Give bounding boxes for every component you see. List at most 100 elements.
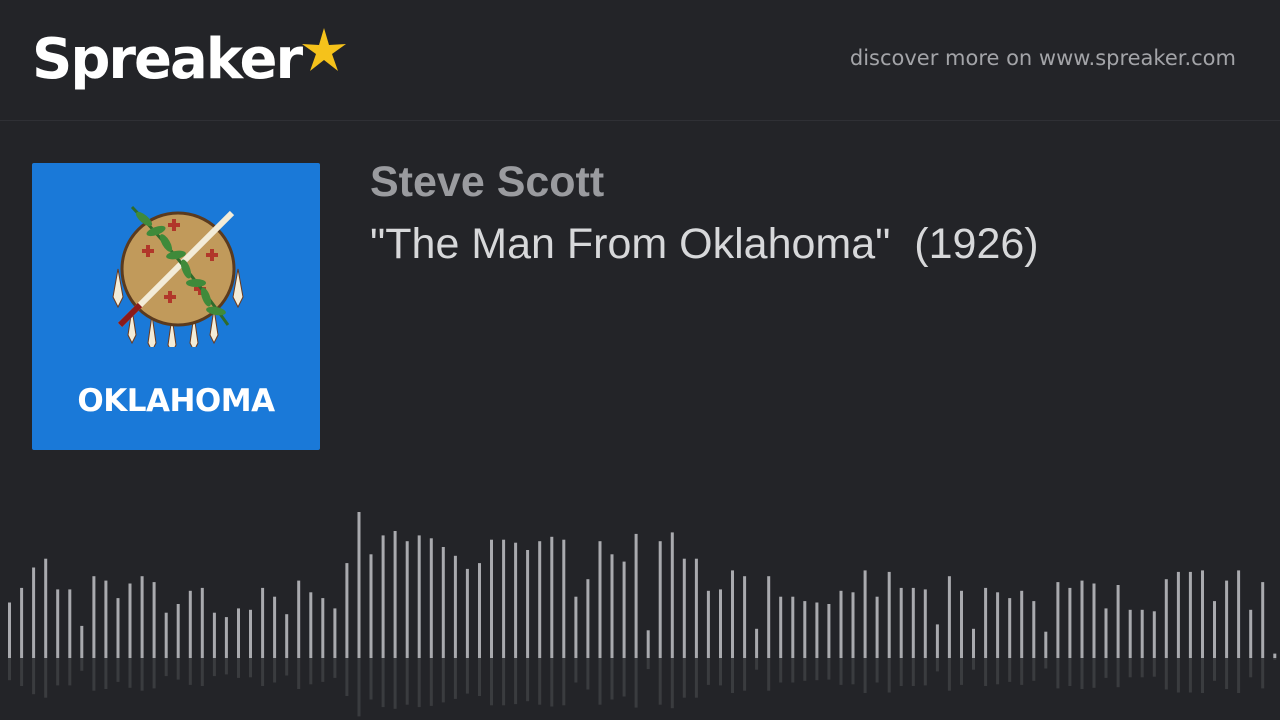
audio-waveform[interactable] [0, 500, 1280, 720]
waveform-bar-reflection [960, 658, 963, 685]
waveform-bar [1213, 601, 1216, 658]
waveform-bar [984, 587, 988, 658]
waveform-bar-reflection [441, 658, 445, 703]
waveform-bar [743, 576, 747, 658]
waveform-bar [598, 541, 602, 658]
episode-cover-art: OKLAHOMA [32, 163, 320, 450]
waveform-bar [152, 582, 156, 658]
waveform-bar-reflection [381, 658, 385, 708]
waveform-bar [441, 547, 445, 658]
waveform-bar-reflection [622, 658, 626, 697]
waveform-bar [550, 536, 554, 658]
waveform-bar-reflection [68, 658, 72, 686]
waveform-bar-reflection [1249, 658, 1253, 678]
star-icon [302, 28, 347, 71]
waveform-bar-reflection [779, 658, 783, 683]
waveform-bar-reflection [851, 658, 855, 685]
waveform-bar-reflection [1104, 658, 1108, 678]
waveform-bar [791, 596, 795, 658]
waveform-bar [1249, 609, 1253, 658]
waveform-bar-reflection [1092, 658, 1096, 688]
waveform-bar [490, 539, 493, 658]
waveform-bar [1201, 570, 1204, 658]
waveform-bar [1140, 609, 1144, 658]
waveform-bar-reflection [706, 658, 710, 685]
waveform-bar-reflection [984, 658, 988, 686]
waveform-bar [309, 592, 313, 658]
waveform-bar [44, 558, 48, 658]
waveform-bar-reflection [1008, 658, 1012, 682]
waveform-bar-reflection [526, 658, 530, 702]
waveform-bar-reflection [911, 658, 915, 686]
waveform-bar-reflection [586, 658, 590, 690]
waveform-bar [767, 576, 771, 658]
waveform-bar [911, 587, 915, 658]
waveform-bar-reflection [658, 658, 662, 705]
waveform-bar-reflection [1176, 658, 1180, 693]
waveform-bar-reflection [249, 658, 252, 678]
waveform-bar-reflection [646, 658, 650, 670]
waveform-bar [1261, 582, 1265, 658]
waveform-bar-reflection [273, 658, 277, 683]
waveform-bar-reflection [815, 658, 819, 681]
waveform-bar [779, 596, 783, 658]
waveform-bar [237, 608, 240, 658]
waveform-bar [164, 612, 168, 658]
waveform-bar [128, 583, 132, 658]
waveform-bar-reflection [20, 658, 24, 686]
waveform-bar-reflection [116, 658, 120, 682]
waveform-bar [116, 598, 120, 658]
waveform-bar-reflection [610, 658, 614, 700]
waveform-bar [188, 590, 192, 658]
waveform-bar [176, 604, 180, 658]
waveform-bar-reflection [212, 658, 216, 677]
waveform-bar-reflection [44, 658, 48, 698]
waveform-bar-reflection [453, 658, 457, 699]
waveform-bar-reflection [694, 658, 698, 698]
waveform-bar-reflection [863, 658, 867, 693]
waveform-bar [345, 563, 349, 658]
header-bar: Spreaker discover more on www.spreaker.c… [0, 0, 1280, 121]
waveform-bar-reflection [128, 658, 132, 688]
waveform-bar-reflection [1273, 658, 1277, 660]
waveform-bar [393, 531, 397, 658]
waveform-bar-reflection [670, 658, 674, 709]
waveform-bar-reflection [682, 658, 686, 698]
waveform-bar [405, 541, 409, 658]
waveform-bar-reflection [767, 658, 771, 691]
waveform-bar [80, 625, 84, 658]
waveform-bar [1128, 609, 1132, 658]
waveform-bar-reflection [56, 658, 60, 686]
cover-label: OKLAHOMA [77, 383, 275, 419]
spreaker-logo[interactable]: Spreaker [32, 24, 347, 96]
waveform-bar [1092, 583, 1096, 658]
waveform-bar [502, 539, 506, 658]
waveform-bar-reflection [538, 658, 542, 705]
waveform-bar-reflection [1020, 658, 1024, 685]
waveform-bar [574, 596, 578, 658]
waveform-bar-reflection [357, 658, 361, 717]
waveform-bar [863, 570, 867, 658]
waveform-bar-reflection [490, 658, 493, 706]
waveform-bar-reflection [176, 658, 180, 680]
waveform-bar-reflection [417, 658, 421, 708]
waveform-bar-reflection [321, 658, 325, 682]
waveform-bar-reflection [8, 658, 11, 681]
waveform-bar [562, 539, 566, 658]
waveform-bar-reflection [899, 658, 903, 686]
waveform-bar [634, 533, 638, 658]
author-name[interactable]: Steve Scott [370, 158, 604, 207]
waveform-bar-reflection [947, 658, 951, 691]
waveform-bar-reflection [972, 658, 975, 670]
waveform-bar-reflection [634, 658, 638, 708]
waveform-bar-reflection [1213, 658, 1216, 681]
waveform-bar [706, 590, 710, 658]
waveform-bar-reflection [1201, 658, 1204, 693]
waveform-bar [92, 576, 96, 658]
waveform-bar [1164, 579, 1168, 658]
waveform-bar [719, 589, 722, 658]
waveform-bar [731, 570, 734, 658]
waveform-bar [224, 617, 228, 658]
discover-link[interactable]: discover more on www.spreaker.com [850, 46, 1236, 70]
waveform-bar-reflection [1140, 658, 1144, 678]
